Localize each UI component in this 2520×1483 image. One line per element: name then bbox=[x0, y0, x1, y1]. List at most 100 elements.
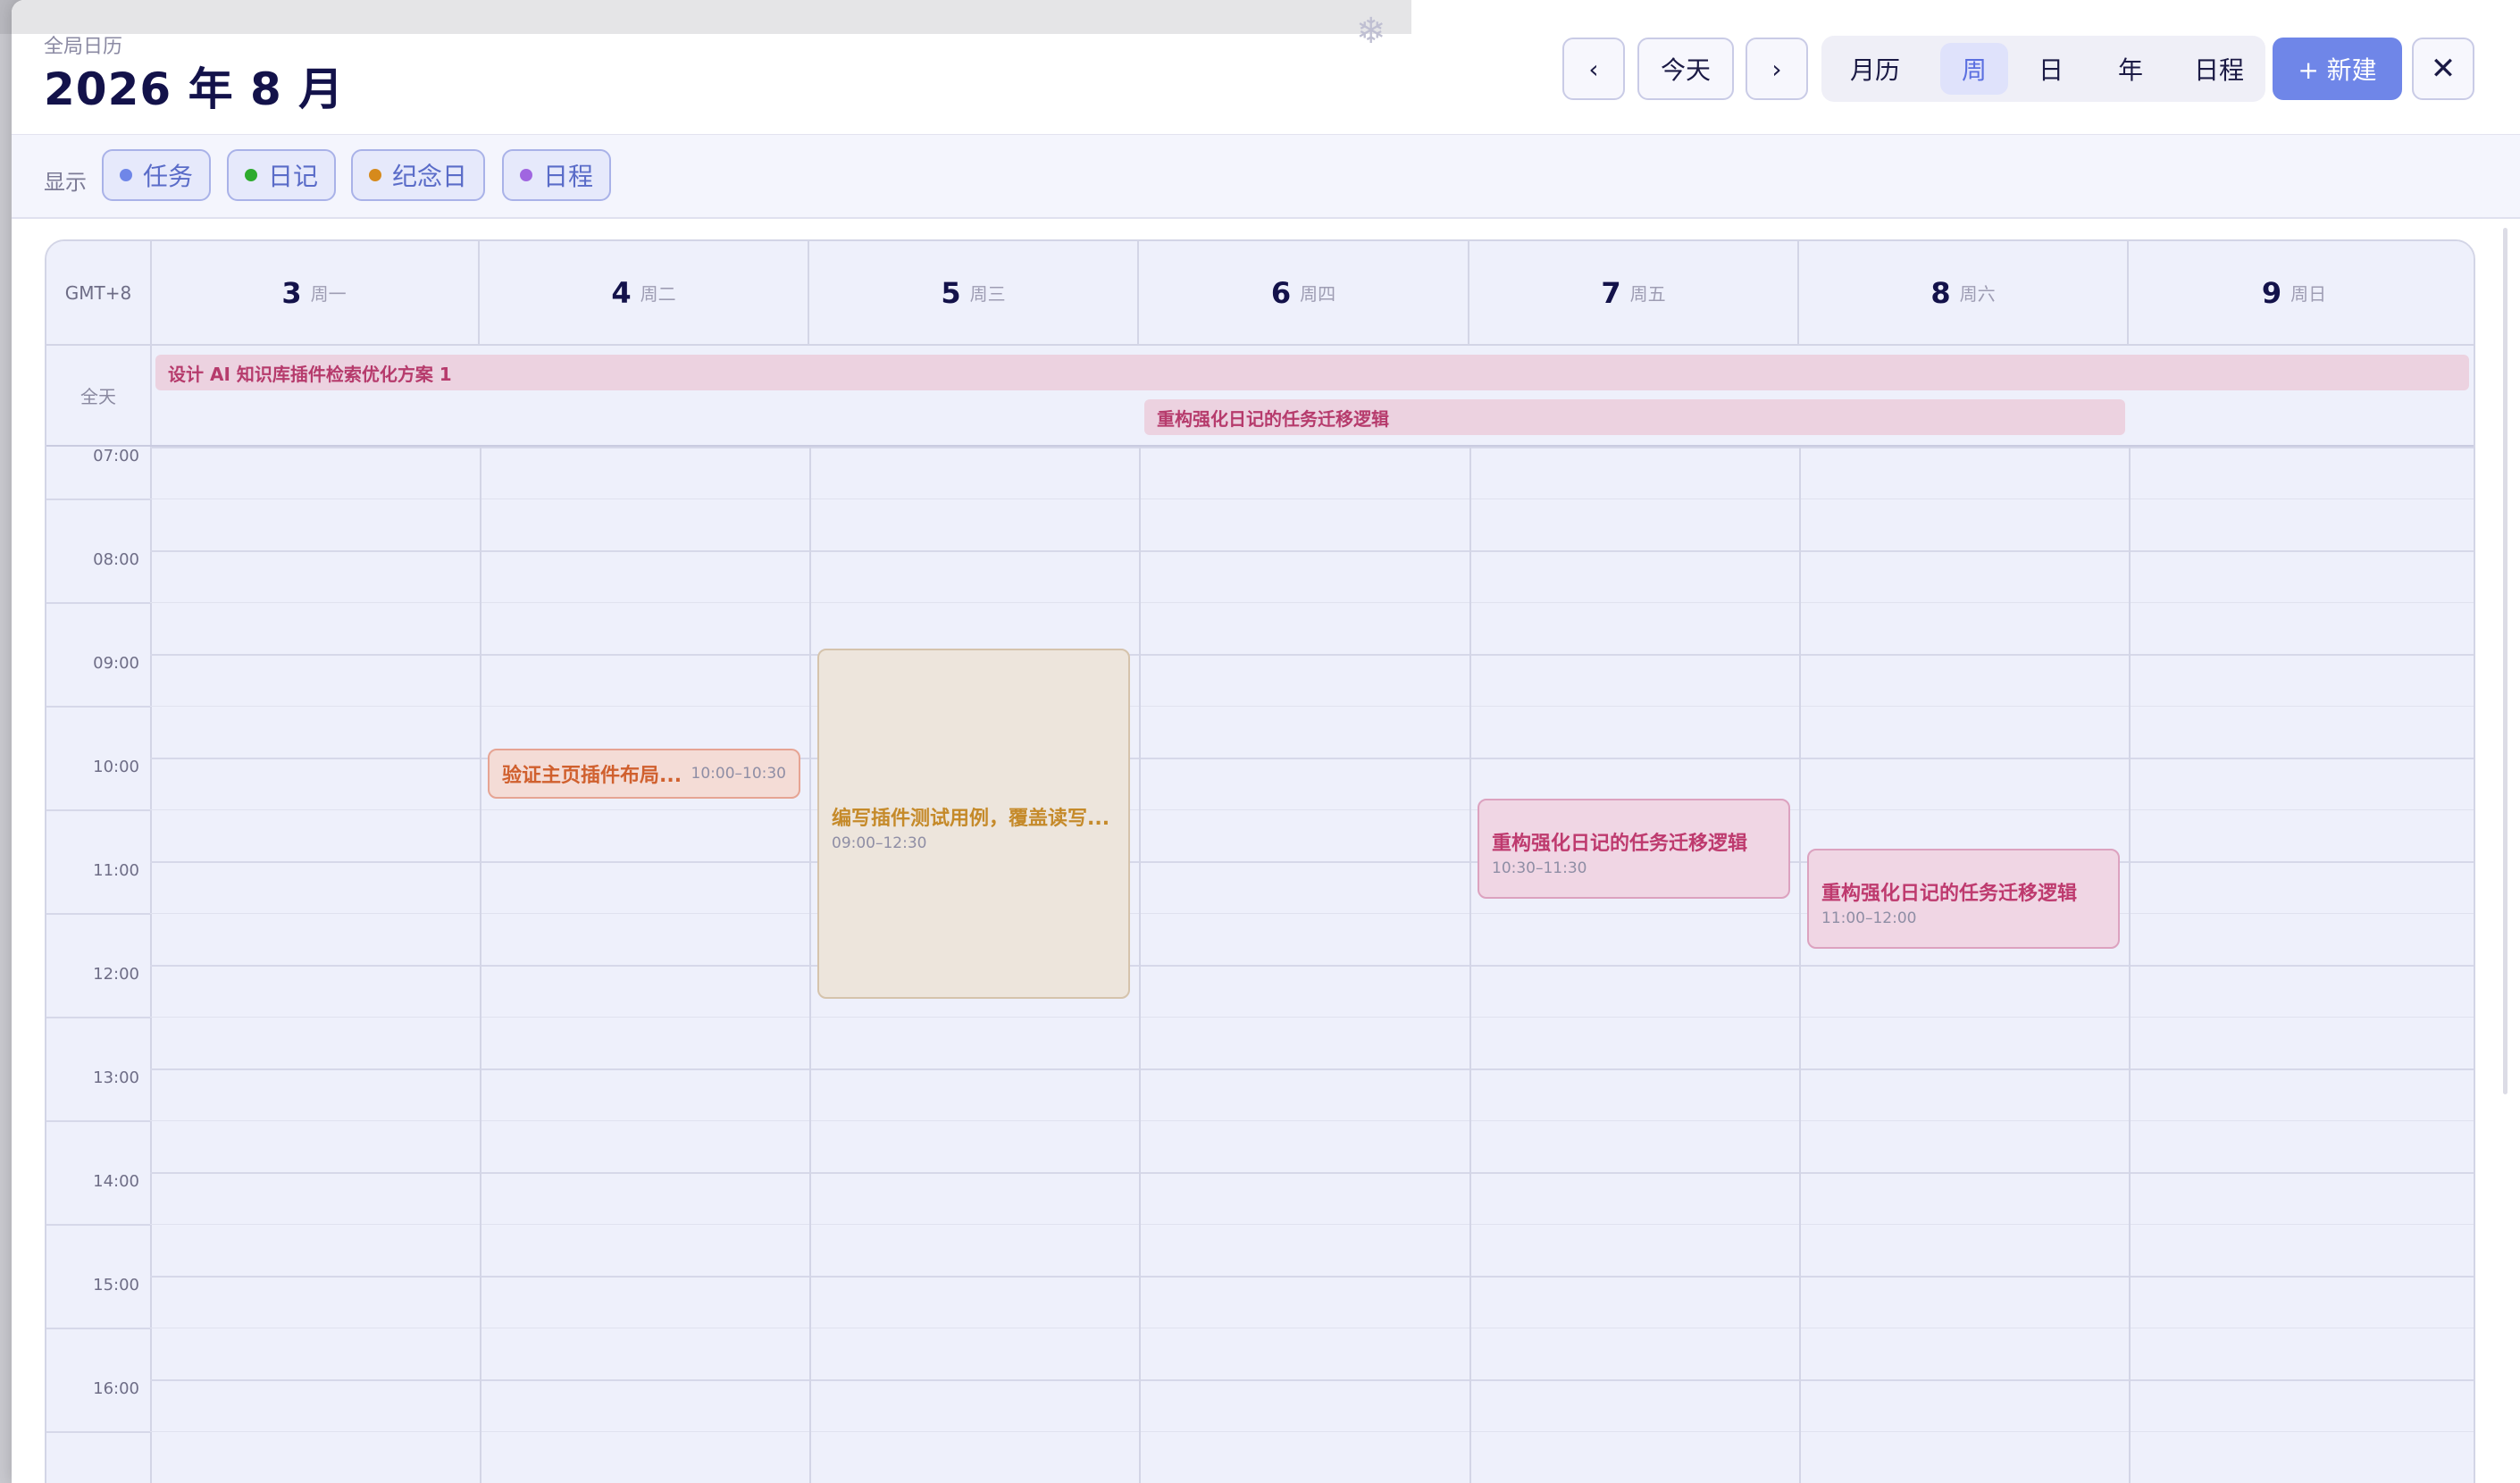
view-month-button[interactable]: 月历 bbox=[1829, 43, 1921, 95]
event-time: 11:00–12:00 bbox=[1821, 909, 1917, 927]
day-number: 4 bbox=[611, 275, 632, 310]
view-day-button[interactable]: 日 bbox=[2017, 43, 2085, 95]
day-divider bbox=[809, 447, 811, 1483]
event-title: 编写插件测试用例，覆盖读写... bbox=[832, 808, 1110, 830]
day-number: 8 bbox=[1930, 275, 1951, 310]
day-divider bbox=[2129, 447, 2131, 1483]
filter-chip-diary[interactable]: 日记 bbox=[227, 149, 337, 201]
gutter-line bbox=[46, 706, 150, 708]
day-weekday: 周五 bbox=[1629, 283, 1666, 305]
filter-chip-schedule[interactable]: 日程 bbox=[502, 149, 612, 201]
schedule-dot-icon bbox=[520, 169, 532, 181]
event-time: 10:30–11:30 bbox=[1492, 859, 1587, 877]
half-hour-line bbox=[150, 706, 2474, 707]
day-header-thu[interactable]: 6 周四 bbox=[1139, 241, 1469, 344]
allday-event[interactable]: 设计 AI 知识库插件检索优化方案 1 bbox=[155, 355, 2469, 390]
view-year-button[interactable]: 年 bbox=[2097, 43, 2164, 95]
chevron-right-icon: › bbox=[1771, 54, 1782, 84]
week-calendar: ❄ GMT+8 3 周一 4 周二 5 周三 6 周四 7 周五 bbox=[45, 239, 2475, 1483]
hour-line bbox=[150, 550, 2474, 552]
anniversary-dot-icon bbox=[369, 169, 381, 181]
gutter-line bbox=[46, 602, 150, 604]
hour-label: 08:00 bbox=[93, 550, 139, 569]
half-hour-line bbox=[150, 1431, 2474, 1432]
new-event-button[interactable]: + 新建 bbox=[2273, 38, 2402, 100]
day-weekday: 周四 bbox=[1300, 283, 1336, 305]
day-weekday: 周三 bbox=[969, 283, 1006, 305]
gutter-line bbox=[46, 1017, 150, 1018]
hour-label: 09:00 bbox=[93, 654, 139, 673]
day-header-fri[interactable]: 7 周五 bbox=[1469, 241, 1799, 344]
half-hour-line bbox=[150, 1017, 2474, 1018]
day-number: 3 bbox=[281, 275, 302, 310]
view-switcher: 月历 周 日 年 日程 bbox=[1821, 36, 2265, 102]
hour-label: 12:00 bbox=[93, 965, 139, 984]
scrollbar[interactable] bbox=[2503, 228, 2507, 1094]
event-time: 10:00–10:30 bbox=[691, 765, 786, 783]
hour-line bbox=[150, 447, 2474, 448]
next-week-button[interactable]: › bbox=[1746, 38, 1808, 100]
day-weekday: 周二 bbox=[640, 283, 676, 305]
event-block[interactable]: 重构强化日记的任务迁移逻辑 10:30–11:30 bbox=[1478, 799, 1790, 899]
hour-label: 15:00 bbox=[93, 1276, 139, 1294]
calendar-header: 全局日历 2026 年 8 月 ❄ ‹ 今天 › 月历 周 日 年 日程 + 新… bbox=[12, 0, 2520, 136]
filter-bar: 显示 任务 日记 纪念日 日程 bbox=[12, 135, 2520, 219]
time-grid: 07:00 08:00 09:00 10:00 11:00 12:00 13:0… bbox=[46, 447, 2474, 1483]
allday-event[interactable]: 重构强化日记的任务迁移逻辑 bbox=[1144, 399, 2125, 435]
view-week-button[interactable]: 周 bbox=[1940, 43, 2008, 95]
gutter-line bbox=[46, 913, 150, 915]
header-shade bbox=[12, 0, 1411, 34]
filter-chip-label: 任务 bbox=[143, 162, 194, 191]
allday-row: 全天 设计 AI 知识库插件检索优化方案 1 重构强化日记的任务迁移逻辑 bbox=[46, 346, 2474, 447]
day-header-sat[interactable]: 8 周六 bbox=[1799, 241, 2129, 344]
day-divider bbox=[480, 447, 481, 1483]
hour-line bbox=[150, 965, 2474, 967]
half-hour-line bbox=[150, 1120, 2474, 1121]
filter-chip-label: 日程 bbox=[543, 162, 594, 191]
hour-line bbox=[150, 1276, 2474, 1278]
filter-label: 显示 bbox=[44, 170, 87, 195]
diary-dot-icon bbox=[245, 169, 257, 181]
day-weekday: 周日 bbox=[2290, 283, 2327, 305]
hour-label: 16:00 bbox=[93, 1379, 139, 1398]
half-hour-line bbox=[150, 809, 2474, 810]
month-title: 2026 年 8 月 bbox=[44, 63, 345, 115]
gutter-line bbox=[46, 1120, 150, 1122]
gutter-line bbox=[46, 1224, 150, 1226]
half-hour-line bbox=[150, 1224, 2474, 1225]
day-header-row: GMT+8 3 周一 4 周二 5 周三 6 周四 7 周五 8 周六 9 周日 bbox=[46, 241, 2474, 346]
filter-chip-anniversary[interactable]: 纪念日 bbox=[351, 149, 486, 201]
day-divider bbox=[1139, 447, 1141, 1483]
day-number: 5 bbox=[941, 275, 961, 310]
day-header-sun[interactable]: 9 周日 bbox=[2129, 241, 2459, 344]
task-dot-icon bbox=[120, 169, 132, 181]
day-header-tue[interactable]: 4 周二 bbox=[480, 241, 809, 344]
gutter-line bbox=[46, 809, 150, 811]
filter-chip-label: 纪念日 bbox=[392, 162, 468, 191]
view-agenda-button[interactable]: 日程 bbox=[2176, 43, 2262, 95]
event-block[interactable]: 编写插件测试用例，覆盖读写... 09:00–12:30 bbox=[817, 649, 1130, 999]
gutter-line bbox=[46, 499, 150, 500]
hour-line bbox=[150, 1379, 2474, 1381]
day-number: 9 bbox=[2261, 275, 2282, 310]
event-block[interactable]: 重构强化日记的任务迁移逻辑 11:00–12:00 bbox=[1807, 849, 2120, 949]
snowflake-icon: ❄ bbox=[1356, 11, 1386, 52]
close-button[interactable]: ✕ bbox=[2412, 38, 2474, 100]
day-header-wed[interactable]: 5 周三 bbox=[809, 241, 1139, 344]
hour-label: 13:00 bbox=[93, 1068, 139, 1087]
filter-chip-label: 日记 bbox=[268, 162, 319, 191]
filter-chip-task[interactable]: 任务 bbox=[102, 149, 212, 201]
day-weekday: 周六 bbox=[1959, 283, 1996, 305]
allday-label: 全天 bbox=[46, 346, 152, 445]
half-hour-line bbox=[150, 602, 2474, 603]
gutter-line bbox=[46, 1431, 150, 1433]
hour-label: 10:00 bbox=[93, 758, 139, 776]
hour-line bbox=[150, 1172, 2474, 1174]
today-button[interactable]: 今天 bbox=[1637, 38, 1734, 100]
event-block[interactable]: 验证主页插件布局... 10:00–10:30 bbox=[488, 749, 800, 799]
day-header-mon[interactable]: 3 周一 bbox=[150, 241, 480, 344]
prev-week-button[interactable]: ‹ bbox=[1562, 38, 1625, 100]
hour-line bbox=[150, 1068, 2474, 1070]
hour-label: 07:00 bbox=[93, 447, 139, 465]
half-hour-line bbox=[150, 913, 2474, 914]
